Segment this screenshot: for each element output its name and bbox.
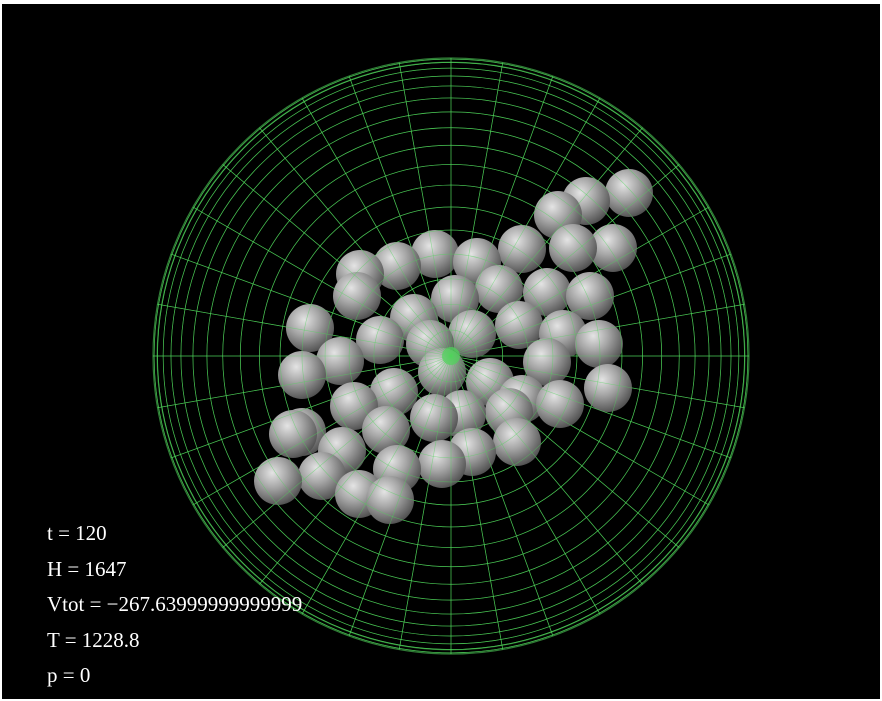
particle-sphere [605,169,653,217]
particle-sphere [536,380,584,428]
stats-readout: t = 120 H = 1647 Vtot = −267.63999999999… [47,516,302,694]
potential-energy-readout: Vtot = −267.63999999999999 [47,592,303,616]
particle-sphere [549,224,597,272]
time-readout: t = 120 [47,521,107,545]
pressure-readout: p = 0 [47,663,91,687]
3d-viewport[interactable]: t = 120 H = 1647 Vtot = −267.63999999999… [2,4,880,699]
particle-sphere [584,364,632,412]
meridian-line-front [450,355,710,506]
particle-sphere [418,440,466,488]
enthalpy-readout: H = 1647 [47,556,127,581]
sphere-pole-marker [442,347,460,365]
temperature-readout: T = 1228.8 [47,627,140,652]
